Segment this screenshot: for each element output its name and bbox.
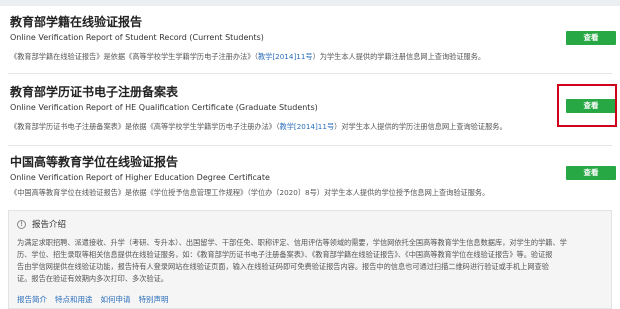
report-description: 《教育部学籍在线验证报告》是依据《高等学校学生学籍学历电子注册办法》（教学[20… (10, 52, 485, 62)
intro-links: 报告简介 特点和用途 如何申请 特别声明 (17, 295, 177, 305)
report-description: 《中国高等教育学位在线验证报告》是依据《学位授予信息管理工作规程》（学位办〔20… (10, 188, 489, 198)
divider (8, 145, 612, 146)
intro-text-line: 告由学信网提供在线验证功能，报告持有人登录网站在线验证页面，输入在线验证码即可免… (17, 262, 549, 271)
intro-text-line: 为满足求职招聘、派遣接收、升学（考研、专升本）、出国留学、干部任免、职称评定、信… (17, 238, 567, 247)
report-intro-panel: ! 报告介绍 为满足求职招聘、派遣接收、升学（考研、专升本）、出国留学、干部任免… (8, 210, 612, 309)
view-button[interactable]: 查看 (566, 166, 616, 180)
regulation-link[interactable]: 教学[2014]11号 (258, 52, 313, 61)
report-title: 教育部学历证书电子注册备案表 (10, 85, 179, 99)
report-description: 《教育部学历证书电子注册备案表》是依据《高等学校学生学籍学历电子注册办法》（教学… (10, 122, 507, 132)
report-subtitle: Online Verification Report of HE Qualifi… (10, 103, 318, 112)
link-how-to-apply[interactable]: 如何申请 (101, 295, 131, 304)
report-card-student-record: 教育部学籍在线验证报告 Online Verification Report o… (0, 14, 620, 68)
view-button[interactable]: 查看 (566, 31, 616, 45)
desc-text: 《中国高等教育学位在线验证报告》是依据《学位授予信息管理工作规程》（学位办〔20… (10, 188, 490, 197)
divider (8, 73, 612, 74)
report-subtitle: Online Verification Report of Student Re… (10, 33, 264, 42)
link-report-overview[interactable]: 报告简介 (17, 295, 47, 304)
desc-text: 《教育部学籍在线验证报告》是依据《高等学校学生学籍学历电子注册办法》（ (10, 52, 258, 61)
highlight-box (557, 84, 617, 127)
link-features[interactable]: 特点和用途 (55, 295, 93, 304)
desc-text: ）对学生本人提供的学历注册信息网上查询验证服务。 (334, 122, 507, 131)
report-subtitle: Online Verification Report of Higher Edu… (10, 173, 270, 182)
regulation-link[interactable]: 教学[2014]11号 (280, 122, 335, 131)
desc-text: 《教育部学历证书电子注册备案表》是依据《高等学校学生学籍学历电子注册办法》（ (10, 122, 280, 131)
desc-text: ）为学生本人提供的学籍注册信息网上查询验证服务。 (312, 52, 486, 61)
report-title: 中国高等教育学位在线验证报告 (10, 155, 179, 169)
info-circle-icon: ! (17, 220, 26, 229)
link-special-statement[interactable]: 特别声明 (139, 295, 169, 304)
intro-text-line: 证。报告在验证有效期内多次打印、多次验证。 (17, 274, 168, 283)
report-card-qualification: 教育部学历证书电子注册备案表 Online Verification Repor… (0, 84, 620, 142)
report-title: 教育部学籍在线验证报告 (10, 15, 143, 29)
report-card-degree: 中国高等教育学位在线验证报告 Online Verification Repor… (0, 154, 620, 206)
intro-title: 报告介绍 (32, 220, 67, 230)
top-strip (0, 0, 620, 6)
intro-body: 为满足求职招聘、派遣接收、升学（考研、专升本）、出国留学、干部任免、职称评定、信… (17, 237, 607, 285)
intro-text-line: 历、学位、招生录取等相关信息提供在线验证服务，如：《教育部学历证书电子注册备案表… (17, 250, 553, 259)
